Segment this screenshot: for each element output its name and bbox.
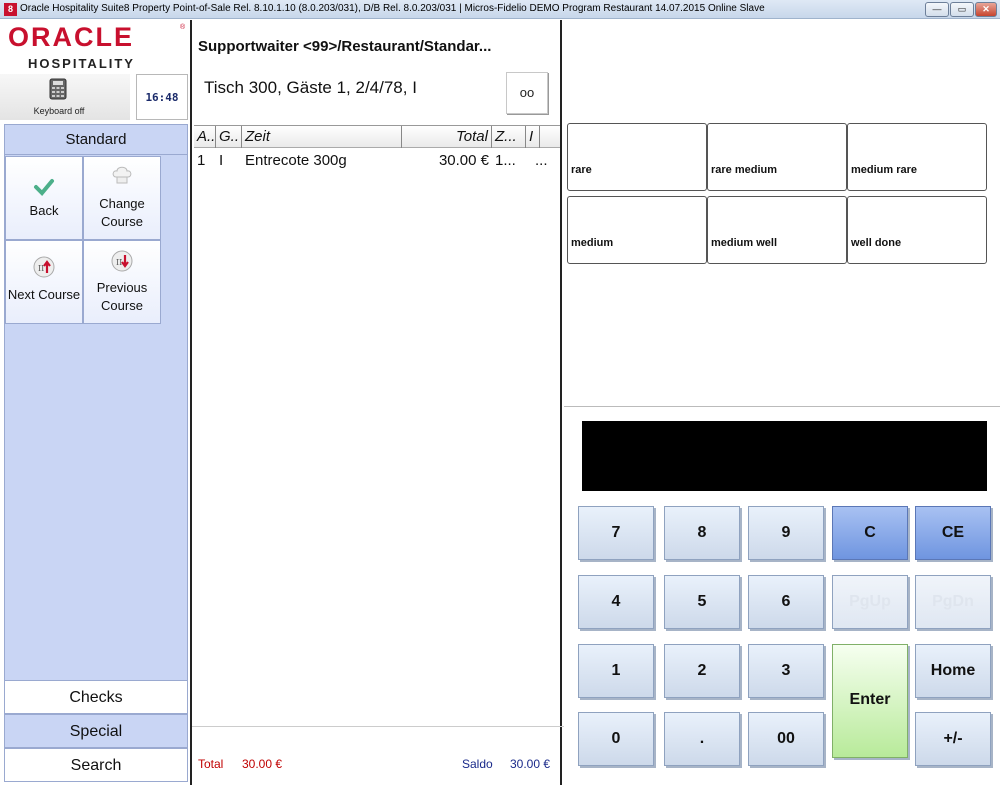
checkmark-icon [34, 179, 54, 196]
maximize-button[interactable]: ▭ [950, 2, 974, 17]
close-button[interactable]: ✕ [975, 2, 997, 17]
previous-course-button[interactable]: II Previous Course [83, 240, 161, 324]
panel-divider [564, 406, 1000, 407]
key-clear[interactable]: C [832, 506, 908, 560]
key-plus-minus[interactable]: +/- [915, 712, 991, 766]
course-down-icon: II [111, 250, 133, 272]
modifier-label: medium well [711, 237, 778, 249]
cell-z: 1... [495, 152, 516, 169]
modifier-label: medium rare [851, 164, 918, 176]
change-course-label-2: Course [101, 214, 143, 229]
keyboard-toggle[interactable]: Keyboard off [0, 74, 130, 120]
key-3[interactable]: 3 [748, 644, 824, 698]
saldo-label: Saldo [462, 757, 493, 771]
key-double-zero[interactable]: 00 [748, 712, 824, 766]
key-7[interactable]: 7 [578, 506, 654, 560]
numeric-display [582, 421, 987, 491]
modifier-medium-rare-button[interactable]: medium rare [847, 123, 987, 191]
key-enter[interactable]: Enter [832, 644, 908, 758]
modifier-rare-medium-button[interactable]: rare medium [707, 123, 847, 191]
key-5[interactable]: 5 [664, 575, 740, 629]
key-page-up: PgUp [832, 575, 908, 629]
chef-hat-icon [112, 166, 132, 184]
modifier-medium-button[interactable]: medium [567, 196, 707, 264]
previous-course-label-1: Previous [96, 280, 148, 295]
key-4[interactable]: 4 [578, 575, 654, 629]
table-row[interactable]: 1 I Entrecote 300g 30.00 € 1... ... [194, 150, 560, 172]
left-panel: ORACLE ® HOSPITALITY Keyboard off 16:48 … [0, 20, 190, 785]
order-panel: Supportwaiter <99>/Restaurant/Standar...… [190, 20, 564, 785]
cell-g: I [219, 152, 224, 169]
modifier-medium-well-button[interactable]: medium well [707, 196, 847, 264]
registered-mark: ® [180, 24, 186, 31]
hospitality-wordmark: HOSPITALITY [28, 56, 135, 71]
course-up-icon: II [33, 256, 55, 278]
saldo-value: 30.00 € [510, 757, 551, 771]
cell-item: Entrecote 300g [245, 152, 347, 169]
modifier-rare-button[interactable]: rare [567, 123, 707, 191]
keyboard-icon [49, 78, 67, 100]
tab-special[interactable]: Special [4, 714, 188, 748]
table-info: Tisch 300, Gäste 1, 2/4/78, I [204, 78, 417, 97]
modifier-label: rare [571, 164, 592, 176]
next-course-button[interactable]: II Next Course [5, 240, 83, 324]
clock: 16:48 [136, 74, 188, 120]
function-menu: Standard Back Change Course II Next Cour… [4, 124, 188, 704]
key-home[interactable]: Home [915, 644, 991, 698]
column-header-total[interactable]: Total [402, 126, 492, 148]
order-title: Supportwaiter <99>/Restaurant/Standar... [198, 38, 492, 55]
next-course-label: Next Course [7, 287, 81, 302]
modifier-label: medium [571, 237, 614, 249]
key-6[interactable]: 6 [748, 575, 824, 629]
tab-checks[interactable]: Checks [4, 680, 188, 714]
key-0[interactable]: 0 [578, 712, 654, 766]
key-2[interactable]: 2 [664, 644, 740, 698]
column-header-z[interactable]: Z... [492, 126, 526, 148]
column-header-g[interactable]: G.. [216, 126, 242, 148]
modifier-well-done-button[interactable]: well done [847, 196, 987, 264]
minimize-button[interactable]: — [925, 2, 949, 17]
cell-a: 1 [197, 152, 206, 169]
oracle-wordmark: ORACLE [8, 22, 134, 52]
change-course-label-1: Change [99, 196, 145, 211]
right-panel: rare rare medium medium rare medium medi… [564, 20, 1000, 785]
cell-total: 30.00 € [438, 152, 489, 169]
key-decimal[interactable]: . [664, 712, 740, 766]
total-value: 30.00 € [242, 757, 283, 771]
oracle-logo: ORACLE ® HOSPITALITY [0, 20, 190, 72]
key-8[interactable]: 8 [664, 506, 740, 560]
glasses-button[interactable]: oo [506, 72, 548, 114]
back-button-label: Back [29, 203, 59, 218]
order-grid: A.. G.. Zeit Total Z... I 1 I Entrecote … [194, 125, 560, 725]
key-clear-entry[interactable]: CE [915, 506, 991, 560]
tab-search[interactable]: Search [4, 748, 188, 782]
modifier-label: rare medium [711, 164, 778, 176]
column-header-a[interactable]: A.. [194, 126, 216, 148]
key-page-down: PgDn [915, 575, 991, 629]
title-bar: 8 Oracle Hospitality Suite8 Property Poi… [0, 0, 1000, 19]
keyboard-status-label: Keyboard off [33, 106, 85, 116]
column-header-zeit[interactable]: Zeit [242, 126, 402, 148]
back-button[interactable]: Back [5, 156, 83, 240]
order-grid-header: A.. G.. Zeit Total Z... I [194, 126, 560, 148]
window-title: Oracle Hospitality Suite8 Property Point… [20, 3, 765, 14]
totals-bar: Total 30.00 € Saldo 30.00 € [192, 726, 564, 785]
change-course-button[interactable]: Change Course [83, 156, 161, 240]
glasses-icon: oo [519, 85, 535, 100]
menu-header-standard[interactable]: Standard [5, 125, 187, 155]
app-icon: 8 [4, 3, 17, 16]
total-label: Total [198, 757, 224, 771]
previous-course-label-2: Course [101, 298, 143, 313]
key-1[interactable]: 1 [578, 644, 654, 698]
column-header-i[interactable]: I [526, 126, 540, 148]
modifier-label: well done [851, 237, 902, 249]
key-9[interactable]: 9 [748, 506, 824, 560]
cell-extra: ... [535, 152, 548, 169]
